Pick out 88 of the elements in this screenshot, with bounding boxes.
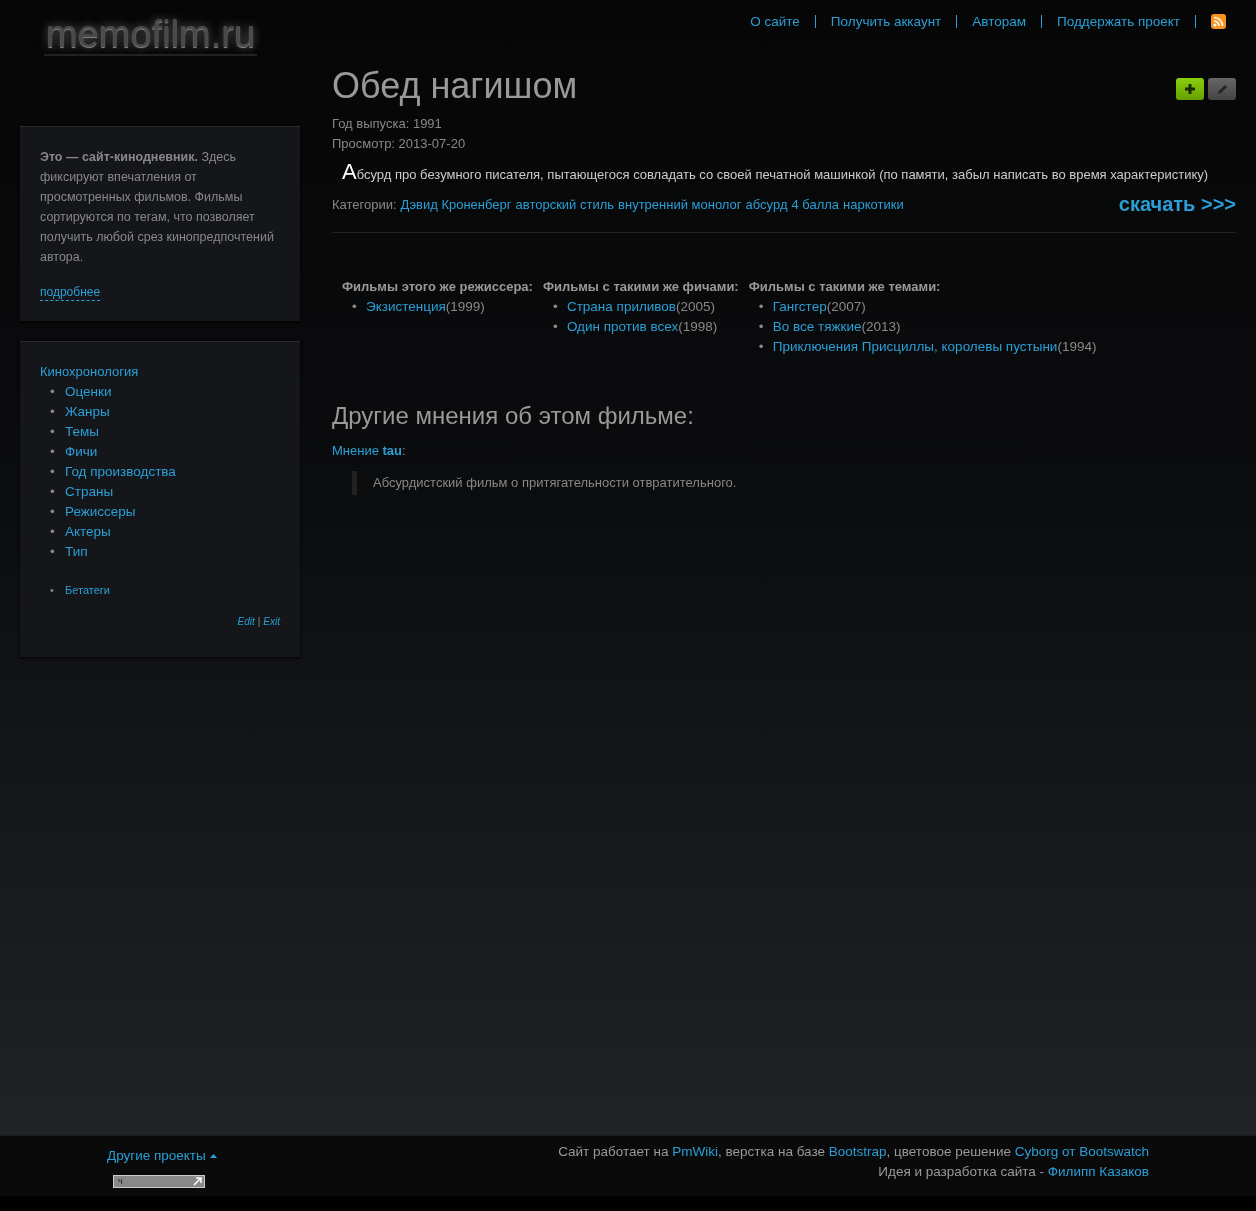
bullet: • xyxy=(352,298,358,316)
bullet: • xyxy=(50,403,56,421)
bullet: • xyxy=(50,383,56,401)
counter-badge[interactable]: ч xyxy=(113,1175,205,1188)
top-nav-link[interactable]: Авторам xyxy=(972,13,1026,29)
credits-link[interactable]: PmWiki xyxy=(672,1144,718,1159)
nav-link[interactable]: Бетатеги xyxy=(65,584,110,596)
film-link[interactable]: Во все тяжкие xyxy=(772,319,862,334)
rss-icon[interactable] xyxy=(1211,13,1226,29)
arrow-icon xyxy=(193,1177,202,1186)
top-nav-link[interactable]: Получить аккаунт xyxy=(830,13,942,29)
nav-divider xyxy=(1041,14,1042,28)
nav-link[interactable]: Год производства xyxy=(65,464,176,479)
film-year: (1998) xyxy=(678,319,718,334)
nav-link[interactable]: Тип xyxy=(65,544,88,559)
related-heading: Фильмы этого же режиссера: xyxy=(342,278,533,296)
nav-link[interactable]: Темы xyxy=(65,424,99,439)
credits-link[interactable]: Филипп Казаков xyxy=(1047,1164,1149,1179)
other-projects-dropdown[interactable]: Другие проекты xyxy=(107,1148,217,1163)
category-link[interactable]: Дэвид Кроненберг xyxy=(400,197,512,212)
film-year: (1994) xyxy=(1057,339,1097,354)
add-button[interactable] xyxy=(1176,78,1204,100)
top-nav-link[interactable]: О сайте xyxy=(750,13,800,29)
opinion-author-link[interactable]: Мнение tau xyxy=(332,443,403,458)
bullet: • xyxy=(50,483,56,501)
credits-link[interactable]: Bootstrap xyxy=(828,1144,887,1159)
nav-link[interactable]: Режиссеры xyxy=(65,504,136,519)
viewed-value: 2013-07-20 xyxy=(398,136,466,151)
year-label: Год выпуска: xyxy=(332,116,410,131)
film-link[interactable]: Страна приливов xyxy=(566,299,677,314)
colon: : xyxy=(402,443,406,458)
bullet: • xyxy=(50,503,56,521)
bullet: • xyxy=(50,583,55,598)
credits-link[interactable]: Cyborg от Bootswatch xyxy=(1014,1144,1149,1159)
film-year: (2007) xyxy=(826,299,866,314)
category-link[interactable]: внутренний монолог xyxy=(618,197,742,212)
film-link[interactable]: Приключения Присциллы, королевы пустыни xyxy=(772,339,1058,354)
counter-text: ч xyxy=(118,1177,123,1186)
film-description: Абсурд про безумного писателя, пытающегося совладать со своей печатной машинкой (по памяти, забыл написать во время характеристику) xyxy=(342,162,1210,185)
download-link[interactable]: скачать >>> xyxy=(1118,193,1236,216)
top-nav-link[interactable]: Поддержать проект xyxy=(1057,13,1180,29)
film-year: (2005) xyxy=(676,299,716,314)
nav-link[interactable]: Оценки xyxy=(65,384,112,399)
film-link[interactable]: Гангстер xyxy=(772,299,827,314)
nav-divider xyxy=(814,14,816,28)
nav-link[interactable]: Страны xyxy=(65,484,114,499)
caret-icon xyxy=(209,1153,217,1158)
bullet: • xyxy=(552,318,559,336)
category-link[interactable]: абсурд xyxy=(745,197,788,212)
edit-link[interactable]: Edit xyxy=(237,616,255,627)
film-link[interactable]: Экзистенция xyxy=(366,299,446,314)
bullet: • xyxy=(50,543,56,561)
categories-label: Категории: xyxy=(332,197,397,212)
opinions-heading: Другие мнения об этом фильме: xyxy=(332,401,695,431)
film-title: Обед нагишом xyxy=(332,66,578,106)
bullet: • xyxy=(50,523,56,541)
category-link[interactable]: наркотики xyxy=(843,197,904,212)
exit-link[interactable]: Exit xyxy=(263,616,280,627)
bullet: • xyxy=(758,338,765,356)
film-link[interactable]: Один против всех xyxy=(566,319,679,334)
related-heading: Фильмы с такими же фичами: xyxy=(542,278,739,296)
credits-text: Идея и разработка сайта - Филипп Казаков xyxy=(877,1163,1149,1181)
viewed-label: Просмотр: xyxy=(332,136,395,151)
bullet: • xyxy=(50,443,56,461)
related-heading: Фильмы с такими же темами: xyxy=(748,278,942,296)
bullet: • xyxy=(50,463,56,481)
bullet: • xyxy=(758,298,765,316)
nav-title-link[interactable]: Кинохронология xyxy=(40,364,139,379)
nav-link[interactable]: Фичи xyxy=(65,444,98,459)
credits-text: Сайт работает на PmWiki, верстка на базе Bootstrap, цветовое решение Cyborg от Bootswatch xyxy=(558,1143,1149,1161)
film-year: (1999) xyxy=(445,299,485,314)
separator: | xyxy=(257,616,261,627)
plus-icon xyxy=(1184,83,1196,95)
nav-divider xyxy=(1195,14,1196,28)
about-text: Это — сайт-кинодневник. Здесь фиксируют впечатления от просмотренных фильмов. Фильмы сортируются по тегам, что позволяет получить любой срез кинопредпочтений автора. xyxy=(40,149,275,266)
nav-link[interactable]: Жанры xyxy=(65,404,110,419)
bullet: • xyxy=(50,423,56,441)
film-year: (2013) xyxy=(861,319,901,334)
bullet: • xyxy=(758,318,765,336)
pencil-icon xyxy=(1215,82,1229,96)
bullet: • xyxy=(552,298,559,316)
nav-link[interactable]: Актеры xyxy=(65,524,111,539)
category-link[interactable]: авторский стиль xyxy=(515,197,615,212)
category-link[interactable]: 4 балла xyxy=(791,197,840,212)
year-value: 1991 xyxy=(412,116,442,131)
opinion-quote: Абсурдистский фильм о притягательности отвратительного. xyxy=(352,471,1236,495)
nav-divider xyxy=(956,14,958,28)
more-link[interactable]: подробнее xyxy=(40,285,101,301)
